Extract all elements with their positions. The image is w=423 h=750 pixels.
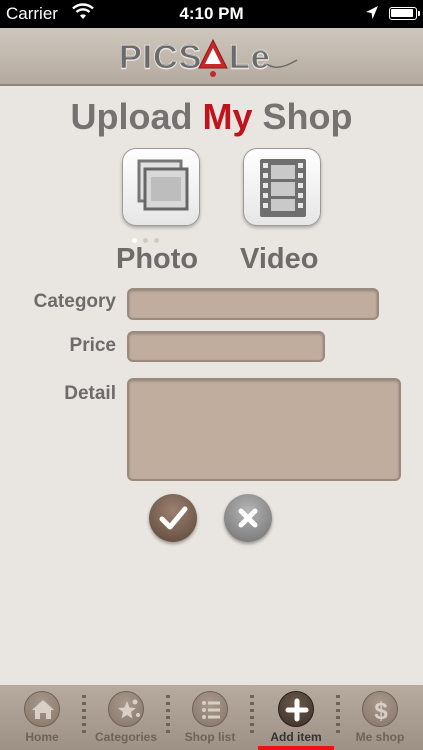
category-field[interactable] (127, 288, 379, 320)
status-bar: Carrier 4:10 PM (0, 0, 423, 28)
svg-text:PICS: PICS (119, 38, 202, 76)
detail-textarea[interactable] (127, 378, 401, 481)
tab-me-shop[interactable]: $ Me shop (340, 685, 420, 750)
app-logo: PICS Le (0, 34, 423, 89)
tab-home-label: Home (25, 730, 59, 744)
tab-shop-list[interactable]: Shop list (170, 685, 250, 750)
location-arrow-icon (365, 5, 379, 26)
checkmark-icon (159, 506, 188, 530)
plus-icon (278, 691, 314, 727)
title-highlight: My (202, 96, 253, 137)
home-icon (24, 691, 60, 727)
cancel-button[interactable] (224, 494, 272, 542)
app-header: PICS Le (0, 28, 423, 86)
price-field[interactable] (127, 331, 325, 362)
list-icon (192, 691, 228, 727)
clock: 4:10 PM (179, 4, 244, 23)
photo-stack-icon (137, 159, 189, 211)
tab-categories-label: Categories (94, 730, 158, 744)
category-label: Category (33, 291, 116, 312)
tab-bar: Home Categories Shop list Add item $ Me … (0, 685, 423, 750)
tab-me-shop-label: Me shop (355, 730, 405, 744)
dollar-icon: $ (362, 691, 398, 727)
upload-video-button[interactable] (243, 148, 321, 226)
categories-icon (108, 691, 144, 727)
tab-home[interactable]: Home (2, 685, 82, 750)
tab-shop-list-label: Shop list (184, 730, 236, 744)
tab-categories[interactable]: Categories (86, 685, 166, 750)
active-tab-indicator (258, 746, 334, 750)
tab-add-item[interactable]: Add item (256, 685, 336, 750)
title-suffix: Shop (252, 96, 353, 137)
tab-separator (250, 695, 254, 737)
video-label: Video (240, 243, 319, 275)
title-prefix: Upload (70, 96, 203, 137)
svg-text:Le: Le (229, 38, 271, 76)
close-icon (238, 508, 258, 528)
battery-icon (389, 7, 420, 20)
detail-label: Detail (64, 383, 116, 404)
price-label: Price (69, 335, 116, 356)
page-title: Upload My Shop (0, 96, 423, 138)
confirm-button[interactable] (149, 494, 197, 542)
photo-label: Photo (116, 243, 199, 275)
svg-text:$: $ (374, 698, 388, 725)
tab-add-item-label: Add item (270, 730, 322, 744)
upload-photo-button[interactable] (122, 148, 200, 226)
film-strip-icon (260, 159, 306, 217)
